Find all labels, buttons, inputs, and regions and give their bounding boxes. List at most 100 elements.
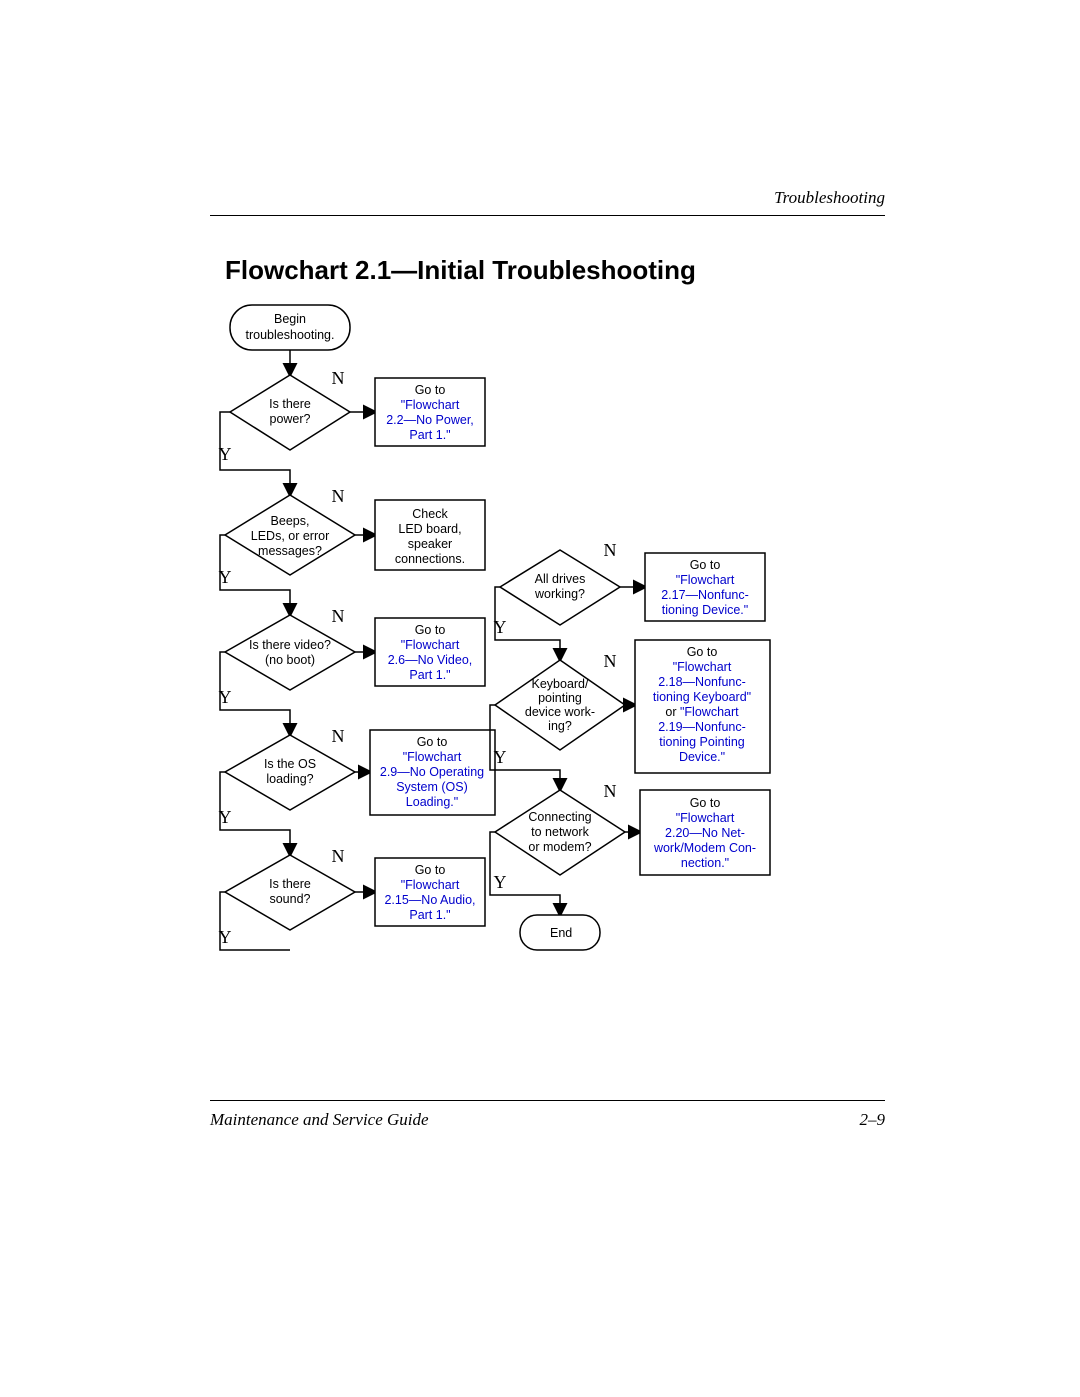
process-nonfunc-device: Go to "Flowchart 2.17—Nonfunc- tioning D… bbox=[645, 553, 765, 621]
node-begin: Begin troubleshooting. bbox=[230, 305, 350, 350]
svg-text:Go to: Go to bbox=[417, 735, 448, 749]
svg-text:(no boot): (no boot) bbox=[265, 653, 315, 667]
svg-text:tioning Keyboard": tioning Keyboard" bbox=[653, 690, 751, 704]
svg-text:loading?: loading? bbox=[266, 772, 313, 786]
svg-text:Begin: Begin bbox=[274, 312, 306, 326]
svg-text:Is there video?: Is there video? bbox=[249, 638, 331, 652]
svg-text:Go to: Go to bbox=[415, 863, 446, 877]
svg-text:Go to: Go to bbox=[690, 558, 721, 572]
svg-text:nection.": nection." bbox=[681, 856, 729, 870]
svg-text:Connecting: Connecting bbox=[528, 810, 591, 824]
svg-text:LED board,: LED board, bbox=[398, 522, 461, 536]
svg-text:N: N bbox=[604, 651, 617, 671]
footer-right: 2–9 bbox=[860, 1110, 886, 1130]
process-no-power: Go to "Flowchart 2.2—No Power, Part 1." bbox=[375, 378, 485, 446]
svg-text:Go to: Go to bbox=[690, 796, 721, 810]
svg-text:N: N bbox=[332, 726, 345, 746]
decision-keyboard: Keyboard/ pointing device work- ing? bbox=[495, 660, 625, 750]
svg-text:Beeps,: Beeps, bbox=[271, 514, 310, 528]
svg-text:"Flowchart: "Flowchart bbox=[401, 878, 460, 892]
svg-text:"Flowchart: "Flowchart bbox=[401, 398, 460, 412]
svg-text:N: N bbox=[332, 606, 345, 626]
svg-text:N: N bbox=[332, 486, 345, 506]
process-no-audio: Go to "Flowchart 2.15—No Audio, Part 1." bbox=[375, 858, 485, 926]
svg-text:System (OS): System (OS) bbox=[396, 780, 468, 794]
svg-text:2.15—No Audio,: 2.15—No Audio, bbox=[384, 893, 475, 907]
svg-text:pointing: pointing bbox=[538, 691, 582, 705]
svg-text:Is the OS: Is the OS bbox=[264, 757, 316, 771]
svg-text:Is there: Is there bbox=[269, 397, 311, 411]
page-title: Flowchart 2.1—Initial Troubleshooting bbox=[225, 255, 696, 286]
svg-text:All drives: All drives bbox=[535, 572, 586, 586]
svg-text:working?: working? bbox=[534, 587, 585, 601]
svg-text:N: N bbox=[604, 781, 617, 801]
svg-text:Keyboard/: Keyboard/ bbox=[532, 677, 590, 691]
svg-text:Go to: Go to bbox=[415, 383, 446, 397]
svg-text:N: N bbox=[332, 846, 345, 866]
svg-text:Y: Y bbox=[219, 444, 232, 464]
svg-text:"Flowchart: "Flowchart bbox=[676, 811, 735, 825]
svg-text:Y: Y bbox=[219, 567, 232, 587]
svg-text:Is there: Is there bbox=[269, 877, 311, 891]
svg-text:Y: Y bbox=[219, 687, 232, 707]
svg-text:Check: Check bbox=[412, 507, 448, 521]
svg-text:work/Modem Con-: work/Modem Con- bbox=[653, 841, 756, 855]
svg-text:2.2—No Power,: 2.2—No Power, bbox=[386, 413, 474, 427]
header-label: Troubleshooting bbox=[774, 188, 885, 208]
svg-text:Device.": Device." bbox=[679, 750, 725, 764]
process-no-video: Go to "Flowchart 2.6—No Video, Part 1." bbox=[375, 618, 485, 686]
svg-text:sound?: sound? bbox=[269, 892, 310, 906]
svg-text:LEDs, or error: LEDs, or error bbox=[251, 529, 330, 543]
header-rule bbox=[210, 215, 885, 216]
svg-text:or modem?: or modem? bbox=[528, 840, 591, 854]
svg-text:Y: Y bbox=[494, 617, 507, 637]
flowchart: Begin troubleshooting. Is there power? N… bbox=[210, 300, 890, 1070]
svg-text:Loading.": Loading." bbox=[406, 795, 458, 809]
decision-video: Is there video? (no boot) bbox=[225, 615, 355, 690]
svg-text:2.20—No Net-: 2.20—No Net- bbox=[665, 826, 745, 840]
svg-text:Y: Y bbox=[219, 927, 232, 947]
svg-text:"Flowchart: "Flowchart bbox=[673, 660, 732, 674]
svg-text:Part 1.": Part 1." bbox=[409, 908, 450, 922]
svg-text:power?: power? bbox=[270, 412, 311, 426]
svg-text:tioning Pointing: tioning Pointing bbox=[659, 735, 745, 749]
svg-text:"Flowchart: "Flowchart bbox=[403, 750, 462, 764]
footer-rule bbox=[210, 1100, 885, 1101]
decision-network: Connecting to network or modem? bbox=[495, 790, 625, 875]
footer-left: Maintenance and Service Guide bbox=[210, 1110, 429, 1130]
decision-drives: All drives working? bbox=[500, 550, 620, 625]
process-no-os: Go to "Flowchart 2.9—No Operating System… bbox=[370, 730, 495, 815]
svg-text:N: N bbox=[604, 540, 617, 560]
svg-text:Part 1.": Part 1." bbox=[409, 428, 450, 442]
svg-text:2.18—Nonfunc-: 2.18—Nonfunc- bbox=[658, 675, 746, 689]
svg-text:Go to: Go to bbox=[687, 645, 718, 659]
node-end: End bbox=[520, 915, 600, 950]
svg-text:ing?: ing? bbox=[548, 719, 572, 733]
svg-text:device work-: device work- bbox=[525, 705, 595, 719]
svg-text:messages?: messages? bbox=[258, 544, 322, 558]
svg-text:Part 1.": Part 1." bbox=[409, 668, 450, 682]
svg-text:or "Flowchart: or "Flowchart bbox=[665, 705, 739, 719]
decision-beeps: Beeps, LEDs, or error messages? bbox=[225, 495, 355, 575]
decision-sound: Is there sound? bbox=[225, 855, 355, 930]
svg-text:connections.: connections. bbox=[395, 552, 465, 566]
svg-text:"Flowchart: "Flowchart bbox=[676, 573, 735, 587]
svg-text:Y: Y bbox=[494, 872, 507, 892]
svg-text:troubleshooting.: troubleshooting. bbox=[246, 328, 335, 342]
process-check-led: Check LED board, speaker connections. bbox=[375, 500, 485, 570]
svg-text:2.17—Nonfunc-: 2.17—Nonfunc- bbox=[661, 588, 749, 602]
svg-text:Go to: Go to bbox=[415, 623, 446, 637]
svg-text:N: N bbox=[332, 368, 345, 388]
svg-text:Y: Y bbox=[494, 747, 507, 767]
svg-text:to network: to network bbox=[531, 825, 589, 839]
svg-text:tioning Device.": tioning Device." bbox=[662, 603, 748, 617]
process-no-network: Go to "Flowchart 2.20—No Net- work/Modem… bbox=[640, 790, 770, 875]
svg-text:End: End bbox=[550, 926, 572, 940]
svg-text:2.9—No Operating: 2.9—No Operating bbox=[380, 765, 484, 779]
decision-os: Is the OS loading? bbox=[225, 735, 355, 810]
svg-text:Y: Y bbox=[219, 807, 232, 827]
svg-text:2.19—Nonfunc-: 2.19—Nonfunc- bbox=[658, 720, 746, 734]
process-nonfunc-keyboard: Go to "Flowchart 2.18—Nonfunc- tioning K… bbox=[635, 640, 770, 773]
svg-text:speaker: speaker bbox=[408, 537, 452, 551]
svg-text:"Flowchart: "Flowchart bbox=[401, 638, 460, 652]
